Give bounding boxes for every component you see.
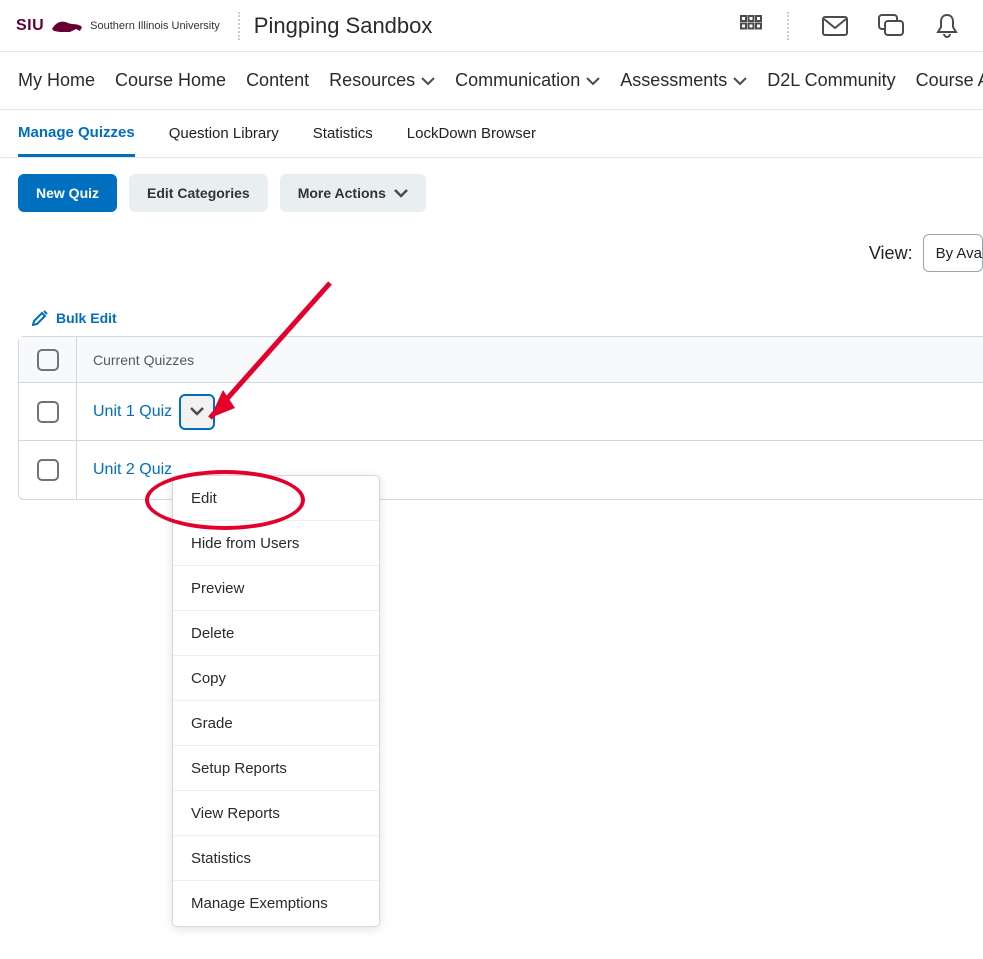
table-header-label: Current Quizzes [77,352,194,368]
top-bar: SIU Southern Illinois University Pingpin… [0,0,983,52]
nav-content[interactable]: Content [246,70,309,91]
divider [238,12,240,40]
nav-label: Content [246,70,309,91]
row-checkbox[interactable] [37,401,59,423]
more-actions-label: More Actions [298,185,386,201]
logo-abbrev: SIU [16,17,44,35]
apps-grid-icon[interactable] [737,12,765,40]
menu-view-reports[interactable]: View Reports [173,791,379,836]
table-header: Current Quizzes [19,337,983,383]
nav-d2l-community[interactable]: D2L Community [767,70,895,91]
quiz-link[interactable]: Unit 2 Quiz [93,461,172,479]
menu-statistics[interactable]: Statistics [173,836,379,881]
menu-hide-from-users[interactable]: Hide from Users [173,521,379,566]
nav-label: Communication [455,70,580,91]
tab-statistics[interactable]: Statistics [313,112,373,155]
divider [787,12,789,40]
menu-edit[interactable]: Edit [173,476,379,521]
nav-course-admin[interactable]: Course Admin [916,70,983,91]
chevron-down-icon [394,189,408,198]
mail-icon[interactable] [821,12,849,40]
nav-label: D2L Community [767,70,895,91]
nav-my-home[interactable]: My Home [18,70,95,91]
menu-preview[interactable]: Preview [173,566,379,611]
quiz-context-menu: Edit Hide from Users Preview Delete Copy… [172,475,380,927]
chevron-down-icon [190,407,204,416]
table-row: Unit 1 Quiz [19,383,983,441]
quiz-link[interactable]: Unit 1 Quiz [93,403,172,421]
nav-label: Resources [329,70,415,91]
tab-manage-quizzes[interactable]: Manage Quizzes [18,111,135,157]
view-label: View: [869,243,913,264]
bulk-edit-label: Bulk Edit [56,310,117,326]
menu-grade[interactable]: Grade [173,701,379,746]
nav-course-home[interactable]: Course Home [115,70,226,91]
select-all-checkbox[interactable] [37,349,59,371]
new-quiz-button[interactable]: New Quiz [18,174,117,212]
chevron-down-icon [586,77,600,86]
view-selected-value: By Ava [936,245,982,262]
logo-area: SIU Southern Illinois University [16,17,220,35]
nav-label: Assessments [620,70,727,91]
nav-label: Course Admin [916,70,983,91]
nav-resources[interactable]: Resources [329,70,435,91]
menu-copy[interactable]: Copy [173,656,379,701]
main-nav: My Home Course Home Content Resources Co… [0,52,983,110]
quiz-table: Current Quizzes Unit 1 Quiz Unit 2 Quiz [18,336,983,500]
view-select[interactable]: By Ava [923,234,983,272]
quiz-subtabs: Manage Quizzes Question Library Statisti… [0,110,983,158]
tab-lockdown-browser[interactable]: LockDown Browser [407,112,536,155]
course-title: Pingping Sandbox [254,13,433,39]
chevron-down-icon [733,77,747,86]
edit-categories-button[interactable]: Edit Categories [129,174,268,212]
action-row: New Quiz Edit Categories More Actions [0,158,983,212]
nav-communication[interactable]: Communication [455,70,600,91]
chevron-down-icon [421,77,435,86]
nav-assessments[interactable]: Assessments [620,70,747,91]
quiz-actions-dropdown-button[interactable] [179,394,215,430]
chat-icon[interactable] [877,12,905,40]
bell-icon[interactable] [933,12,961,40]
nav-label: My Home [18,70,95,91]
topbar-icons [737,12,967,40]
bulk-edit-link[interactable]: Bulk Edit [0,272,983,336]
siu-saluki-icon [50,17,84,35]
row-checkbox[interactable] [37,459,59,481]
menu-delete[interactable]: Delete [173,611,379,656]
menu-manage-exemptions[interactable]: Manage Exemptions [173,881,379,926]
nav-label: Course Home [115,70,226,91]
pencil-icon [32,310,48,326]
table-row: Unit 2 Quiz [19,441,983,499]
view-row: View: By Ava [0,212,983,272]
more-actions-button[interactable]: More Actions [280,174,426,212]
menu-setup-reports[interactable]: Setup Reports [173,746,379,791]
university-name: Southern Illinois University [90,20,220,32]
tab-question-library[interactable]: Question Library [169,112,279,155]
